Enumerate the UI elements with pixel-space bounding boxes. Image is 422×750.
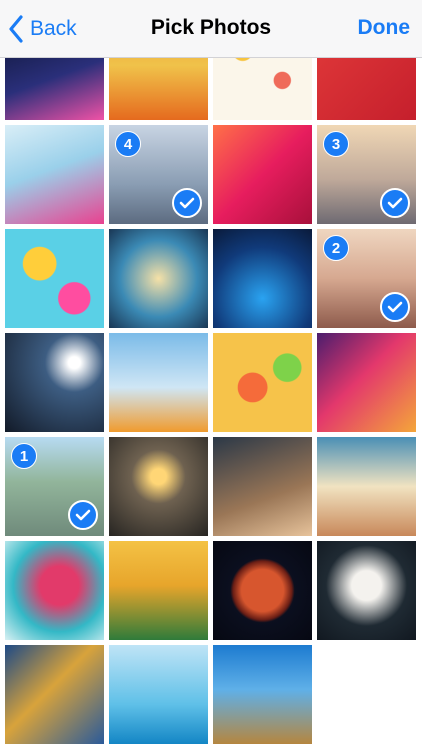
photo-tile[interactable]: 4 xyxy=(109,125,208,224)
checkmark-icon xyxy=(380,188,410,218)
candies-photo xyxy=(213,333,312,432)
air-show-jets-photo xyxy=(109,333,208,432)
confetti-particles-photo xyxy=(213,229,312,328)
photo-tile[interactable] xyxy=(5,333,104,432)
temple-columns-photo xyxy=(213,645,312,744)
checkmark-icon xyxy=(380,292,410,322)
photo-tile[interactable] xyxy=(317,541,416,640)
yellow-boat-photo xyxy=(109,645,208,744)
photo-tile[interactable] xyxy=(5,125,104,224)
photo-tile[interactable] xyxy=(213,125,312,224)
done-button[interactable]: Done xyxy=(358,16,411,40)
sunset-mountains-photo xyxy=(317,437,416,536)
photo-tile[interactable]: 3 xyxy=(317,125,416,224)
photo-tile[interactable] xyxy=(213,437,312,536)
photo-tile[interactable] xyxy=(109,541,208,640)
photo-tile[interactable] xyxy=(317,333,416,432)
photo-tile[interactable] xyxy=(213,541,312,640)
photo-tile[interactable] xyxy=(5,541,104,640)
into-the-wild-photo xyxy=(317,541,416,640)
photo-tile[interactable]: 2 xyxy=(317,229,416,328)
photo-tile[interactable] xyxy=(213,645,312,744)
abstract-blur-photo xyxy=(5,645,104,744)
photo-tile[interactable] xyxy=(109,229,208,328)
photo-tile[interactable] xyxy=(213,229,312,328)
photo-tile[interactable] xyxy=(109,333,208,432)
paint-swirl-photo xyxy=(317,333,416,432)
checkmark-icon xyxy=(68,500,98,530)
hockey-player-photo xyxy=(5,333,104,432)
colorful-balls-photo xyxy=(5,229,104,328)
photo-tile[interactable] xyxy=(109,645,208,744)
checkmark-icon xyxy=(172,188,202,218)
red-waves-photo xyxy=(213,125,312,224)
selection-order-badge: 1 xyxy=(11,443,37,469)
planet-mars-photo xyxy=(213,541,312,640)
ink-cloud-photo xyxy=(5,541,104,640)
photo-tile[interactable] xyxy=(317,437,416,536)
navigation-bar: Back Pick Photos Done xyxy=(0,0,422,58)
photo-tile[interactable] xyxy=(213,333,312,432)
selection-order-badge: 2 xyxy=(323,235,349,261)
soccer-player-photo xyxy=(109,541,208,640)
dna-helix-photo xyxy=(213,437,312,536)
photo-tile[interactable] xyxy=(109,437,208,536)
selection-order-badge: 4 xyxy=(115,131,141,157)
photo-grid: 4 3 2 1 xyxy=(0,0,422,750)
lightbulb-brain-photo xyxy=(109,437,208,536)
splash-runner-photo xyxy=(5,125,104,224)
selection-order-badge: 3 xyxy=(323,131,349,157)
photo-tile[interactable] xyxy=(5,645,104,744)
light-tunnel-photo xyxy=(109,229,208,328)
photo-tile[interactable]: 1 xyxy=(5,437,104,536)
photo-tile[interactable] xyxy=(5,229,104,328)
